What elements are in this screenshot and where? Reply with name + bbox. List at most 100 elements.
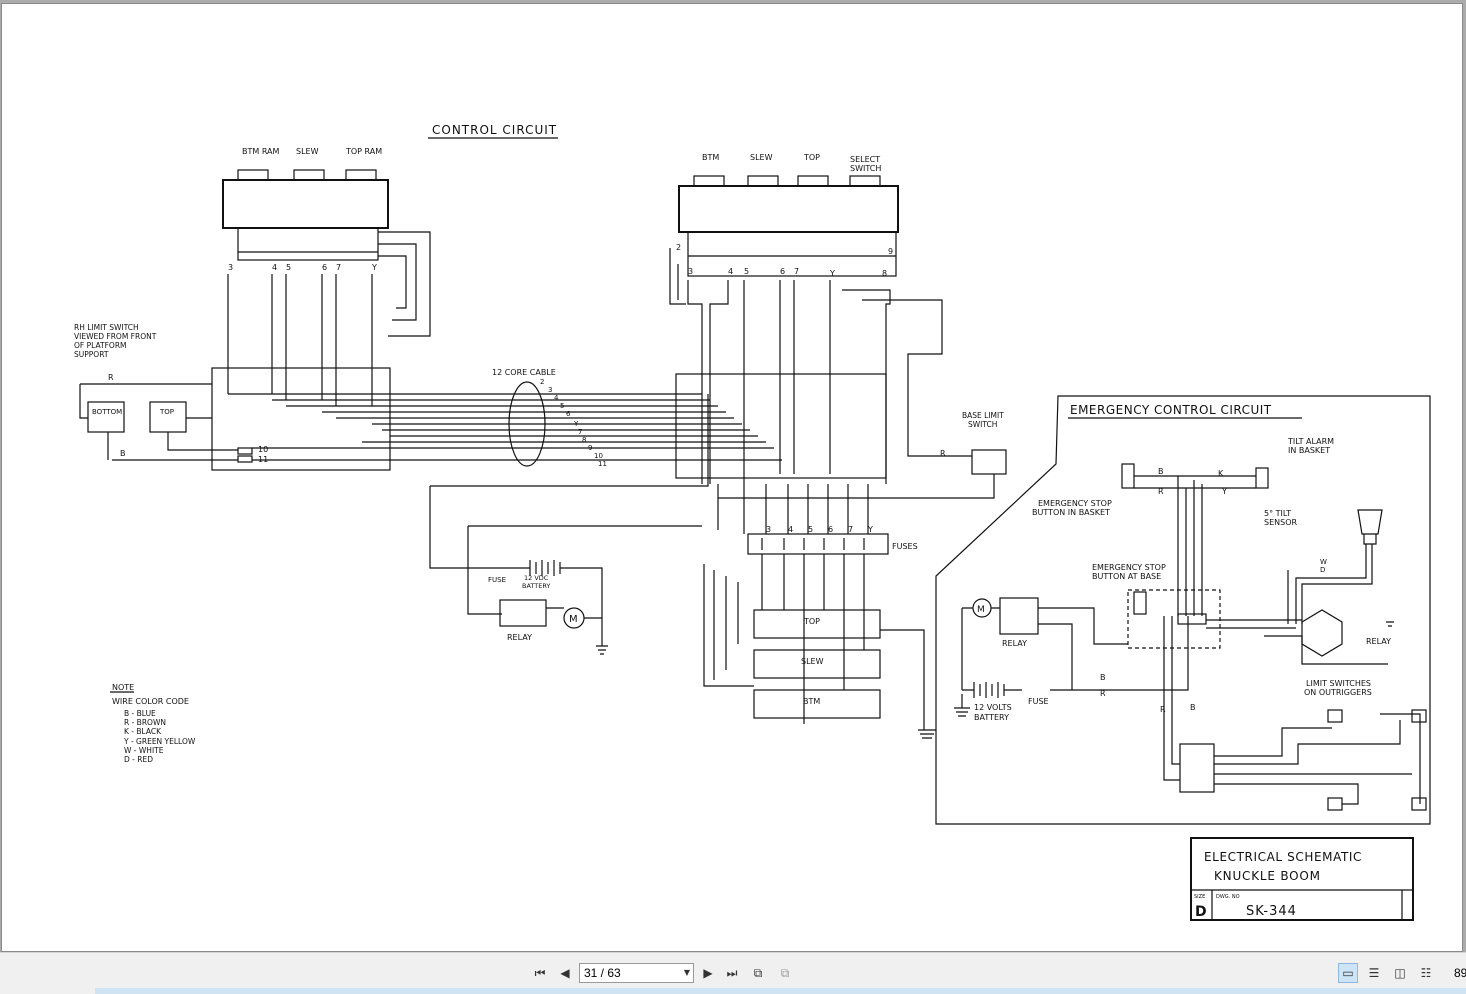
fuse-number-5: 7 xyxy=(848,525,853,534)
switch-bottom-label: BOTTOM xyxy=(92,408,122,416)
right-terminal-1: 2 xyxy=(676,243,681,252)
base-limit-switch-label: BASE LIMIT SWITCH xyxy=(962,411,1006,429)
title-block-line1: ELECTRICAL SCHEMATIC xyxy=(1204,850,1362,864)
title-block-line2: KNUCKLE BOOM xyxy=(1214,869,1321,883)
right-valve-label-3: TOP xyxy=(803,153,820,162)
limit-switches-label: LIMIT SWITCHES ON OUTRIGGERS xyxy=(1304,679,1374,697)
em-wire-b3: B xyxy=(1190,703,1196,712)
document-page: CONTROL CIRCUIT BTM RAM SLEW TOP RAM 3 4… xyxy=(1,3,1463,952)
cable-wire-9: 9 xyxy=(588,444,592,452)
note-line-3: K - BLACK xyxy=(124,727,162,736)
left-terminal-6: Y xyxy=(371,263,377,272)
rh-limit-note: RH LIMIT SWITCH VIEWED FROM FRONT OF PLA… xyxy=(74,323,159,359)
fuses-label: FUSES xyxy=(892,542,918,551)
zoom-level[interactable]: 89 xyxy=(1454,966,1466,980)
chevron-down-icon[interactable]: ▼ xyxy=(684,968,690,977)
fuse-number-3: 5 xyxy=(808,525,813,534)
em-wire-r2: R xyxy=(1100,689,1106,698)
em-relay2-label: RELAY xyxy=(1366,637,1391,646)
left-terminal-1: 3 xyxy=(228,263,233,272)
wire-r-label: R xyxy=(108,373,114,382)
side-wire-11: 11 xyxy=(258,455,268,464)
switch-top-label: TOP xyxy=(159,408,174,416)
em-motor-label: M xyxy=(977,605,985,615)
previous-view-icon[interactable]: ⧉ xyxy=(748,963,768,983)
fuse-number-1: 3 xyxy=(766,525,771,534)
right-terminal-9: 8 xyxy=(882,269,887,278)
continuous-facing-icon[interactable]: ☷ xyxy=(1416,963,1436,983)
solenoid-top: TOP xyxy=(803,617,820,626)
fuse-number-2: 4 xyxy=(788,525,793,534)
single-page-icon[interactable]: ▭ xyxy=(1338,963,1358,983)
right-valve-label-2: SLEW xyxy=(750,153,773,162)
left-terminal-3: 5 xyxy=(286,263,291,272)
em-fuse-label: FUSE xyxy=(1028,697,1049,706)
side-wire-10: 10 xyxy=(258,445,268,454)
solenoid-btm: BTM xyxy=(803,697,820,706)
size-value: D xyxy=(1195,904,1207,920)
cable-label: 12 CORE CABLE xyxy=(492,368,556,377)
page-number-value: 31 / 63 xyxy=(584,966,621,980)
note-line-2: R - BROWN xyxy=(124,718,166,727)
note-heading: WIRE COLOR CODE xyxy=(112,697,189,706)
em-wire-k: K xyxy=(1218,469,1224,478)
cable-wire-5: 6 xyxy=(566,410,571,418)
cable-wire-3: 4 xyxy=(554,394,559,402)
cable-wire-6: Y xyxy=(573,420,579,428)
control-circuit-title: CONTROL CIRCUIT xyxy=(432,123,557,137)
first-page-icon[interactable]: ⏮ xyxy=(530,963,550,983)
note-line-4: Y - GREEN YELLOW xyxy=(123,737,196,746)
last-page-icon[interactable]: ⏭ xyxy=(722,963,742,983)
continuous-icon[interactable]: ☰ xyxy=(1364,963,1384,983)
dwg-number: SK-344 xyxy=(1246,904,1297,919)
base-wire-r: R xyxy=(940,449,946,458)
cable-wire-2: 3 xyxy=(548,386,552,394)
right-terminal-3: 4 xyxy=(728,267,733,276)
right-terminal-8: 9 xyxy=(888,247,893,256)
right-terminal-2: 3 xyxy=(688,267,693,276)
estop-base-label: EMERGENCY STOP BUTTON AT BASE xyxy=(1092,563,1168,581)
note-line-6: D - RED xyxy=(124,755,153,764)
facing-icon[interactable]: ◫ xyxy=(1390,963,1410,983)
next-view-icon[interactable]: ⧉ xyxy=(775,963,795,983)
note-title: NOTE xyxy=(112,683,134,692)
left-terminal-2: 4 xyxy=(272,263,277,272)
size-label: SIZE xyxy=(1194,894,1205,900)
schematic-drawing: CONTROL CIRCUIT BTM RAM SLEW TOP RAM 3 4… xyxy=(74,123,1431,921)
fuse-number-4: 6 xyxy=(828,525,833,534)
cable-wire-7: 7 xyxy=(578,428,582,436)
left-terminal-4: 6 xyxy=(322,263,327,272)
cable-wire-11: 11 xyxy=(598,460,607,468)
left-valve-label-3: TOP RAM xyxy=(345,147,382,156)
em-battery-label: 12 VOLTS BATTERY xyxy=(974,703,1014,722)
note-line-1: B - BLUE xyxy=(124,709,156,718)
tilt-sensor-label: 5° TILT SENSOR xyxy=(1264,509,1297,527)
battery-label: 12 VDC BATTERY xyxy=(522,574,550,590)
right-terminal-5: 6 xyxy=(780,267,785,276)
horizontal-scrollbar[interactable] xyxy=(95,988,1466,994)
right-terminal-7: Y xyxy=(829,269,835,278)
right-valve-label-1: BTM xyxy=(702,153,719,162)
em-wire-b2: B xyxy=(1100,673,1106,682)
right-valve-label-4: SELECT SWITCH xyxy=(850,155,883,173)
right-terminal-6: 7 xyxy=(794,267,799,276)
cable-wire-4: 5 xyxy=(560,402,564,410)
em-wire-w: W xyxy=(1320,558,1327,566)
em-wire-b: B xyxy=(1158,467,1164,476)
next-page-icon[interactable]: ▶ xyxy=(698,963,718,983)
dwg-label: DWG. NO xyxy=(1216,894,1240,900)
relay-label: RELAY xyxy=(507,633,532,642)
previous-page-icon[interactable]: ◀ xyxy=(555,963,575,983)
fuse-label: FUSE xyxy=(488,576,506,584)
page-number-field[interactable]: 31 / 63 ▼ xyxy=(579,963,694,983)
em-wire-d: D xyxy=(1320,566,1325,574)
wire-b-label: B xyxy=(120,449,126,458)
estop-basket-label: EMERGENCY STOP BUTTON IN BASKET xyxy=(1032,499,1114,517)
cable-wire-10: 10 xyxy=(594,452,603,460)
left-terminal-5: 7 xyxy=(336,263,341,272)
left-valve-label-2: SLEW xyxy=(296,147,319,156)
cable-wire-8: 8 xyxy=(582,436,586,444)
tilt-alarm-label: TILT ALARM IN BASKET xyxy=(1287,437,1337,455)
emergency-title: EMERGENCY CONTROL CIRCUIT xyxy=(1070,403,1272,417)
cable-wire-1: 2 xyxy=(540,378,544,386)
